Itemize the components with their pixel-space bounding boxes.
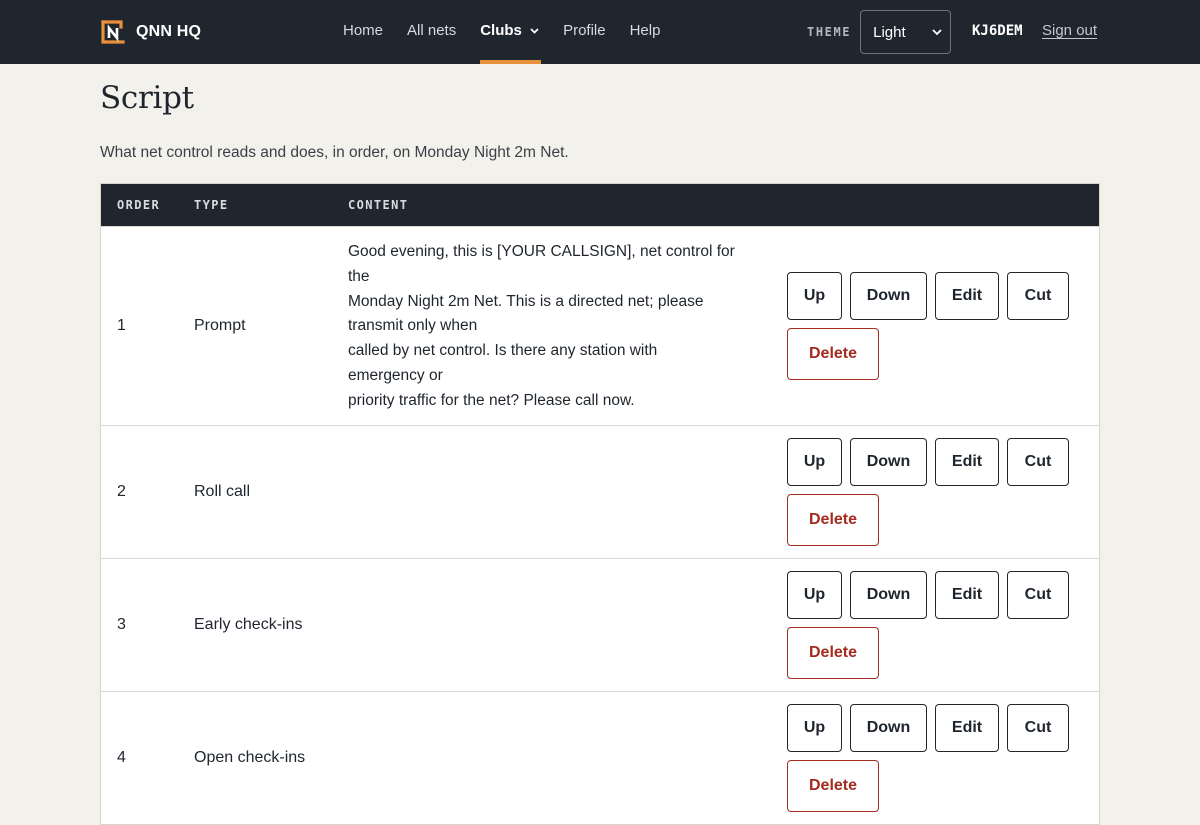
nav-home-label: Home	[343, 22, 384, 39]
move-up-button[interactable]: Up	[787, 438, 842, 486]
row-type: Prompt	[194, 317, 246, 334]
user-callsign: KJ6DEM	[972, 23, 1023, 39]
row-order: 4	[117, 749, 126, 766]
row-type: Early check-ins	[194, 616, 303, 633]
column-header-order: ORDER	[117, 198, 161, 212]
theme-switcher: THEME Light	[807, 10, 952, 54]
row-order: 2	[117, 483, 126, 500]
delete-button[interactable]: Delete	[787, 494, 879, 546]
nav-all-nets[interactable]: All nets	[407, 0, 456, 64]
edit-button[interactable]: Edit	[935, 272, 999, 320]
row-type: Roll call	[194, 483, 251, 500]
brand-link[interactable]: QNN HQ	[100, 19, 201, 45]
table-header: ORDER TYPE CONTENT	[101, 184, 1099, 226]
theme-select[interactable]: Light	[860, 10, 952, 54]
table-row: 1 Prompt Good evening, this is [YOUR CAL…	[101, 226, 1099, 425]
move-up-button[interactable]: Up	[787, 571, 842, 619]
row-actions: Up Down Edit Cut Delete	[787, 272, 1077, 380]
row-actions: Up Down Edit Cut Delete	[787, 438, 1077, 546]
edit-button[interactable]: Edit	[935, 704, 999, 752]
column-header-type: TYPE	[194, 198, 229, 212]
edit-button[interactable]: Edit	[935, 571, 999, 619]
page-subtitle: What net control reads and does, in orde…	[100, 144, 569, 161]
row-content: Good evening, this is [YOUR CALLSIGN], n…	[348, 240, 760, 414]
column-header-content: CONTENT	[348, 198, 409, 212]
select-chevron-icon	[932, 28, 942, 35]
main-nav: Home All nets Clubs Profile Help	[343, 0, 684, 64]
sign-out-link[interactable]: Sign out	[1042, 22, 1097, 39]
move-down-button[interactable]: Down	[850, 571, 927, 619]
script-table: ORDER TYPE CONTENT 1 Prompt Good evening…	[100, 183, 1100, 825]
table-row: 2 Roll call Up Down Edit Cut Delete	[101, 425, 1099, 558]
row-type: Open check-ins	[194, 749, 306, 766]
content-line: emergency or	[348, 366, 443, 384]
nav-clubs-label: Clubs	[480, 22, 522, 39]
qnn-logo-icon	[101, 20, 125, 44]
content-line: transmit only when	[348, 317, 478, 335]
nav-help-label: Help	[629, 22, 661, 39]
theme-select-value: Light	[873, 23, 906, 41]
move-down-button[interactable]: Down	[850, 438, 927, 486]
delete-button[interactable]: Delete	[787, 328, 879, 380]
nav-help[interactable]: Help	[630, 0, 661, 64]
row-actions: Up Down Edit Cut Delete	[787, 571, 1077, 679]
cut-button[interactable]: Cut	[1007, 438, 1069, 486]
move-down-button[interactable]: Down	[850, 704, 927, 752]
nav-home[interactable]: Home	[343, 0, 383, 64]
cut-button[interactable]: Cut	[1007, 272, 1069, 320]
content-line: Good evening, this is [YOUR CALLSIGN], n…	[348, 243, 735, 260]
move-down-button[interactable]: Down	[850, 272, 927, 320]
nav-clubs[interactable]: Clubs	[480, 0, 541, 64]
brand-name: QNN HQ	[136, 23, 202, 40]
delete-button[interactable]: Delete	[787, 627, 879, 679]
nav-profile[interactable]: Profile	[563, 0, 606, 64]
cut-button[interactable]: Cut	[1007, 571, 1069, 619]
cut-button[interactable]: Cut	[1007, 704, 1069, 752]
row-order: 3	[117, 616, 126, 633]
table-row: 3 Early check-ins Up Down Edit Cut Delet…	[101, 558, 1099, 691]
move-up-button[interactable]: Up	[787, 272, 842, 320]
row-order: 1	[117, 317, 126, 334]
content-line: the	[348, 267, 370, 285]
move-up-button[interactable]: Up	[787, 704, 842, 752]
content-line: called by net control. Is there any stat…	[348, 342, 658, 360]
nav-profile-label: Profile	[563, 22, 606, 39]
content-line: priority traffic for the net? Please cal…	[348, 391, 635, 409]
page-title: Script	[100, 80, 194, 116]
edit-button[interactable]: Edit	[935, 438, 999, 486]
delete-button[interactable]: Delete	[787, 760, 879, 812]
nav-all-nets-label: All nets	[407, 22, 457, 39]
table-row: 4 Open check-ins Up Down Edit Cut Delete	[101, 691, 1099, 824]
content-line: Monday Night 2m Net. This is a directed …	[348, 292, 704, 310]
chevron-down-icon	[530, 28, 539, 34]
row-actions: Up Down Edit Cut Delete	[787, 704, 1077, 812]
theme-label: THEME	[807, 25, 852, 39]
top-navigation-bar: QNN HQ Home All nets Clubs Profile Help …	[0, 0, 1200, 64]
